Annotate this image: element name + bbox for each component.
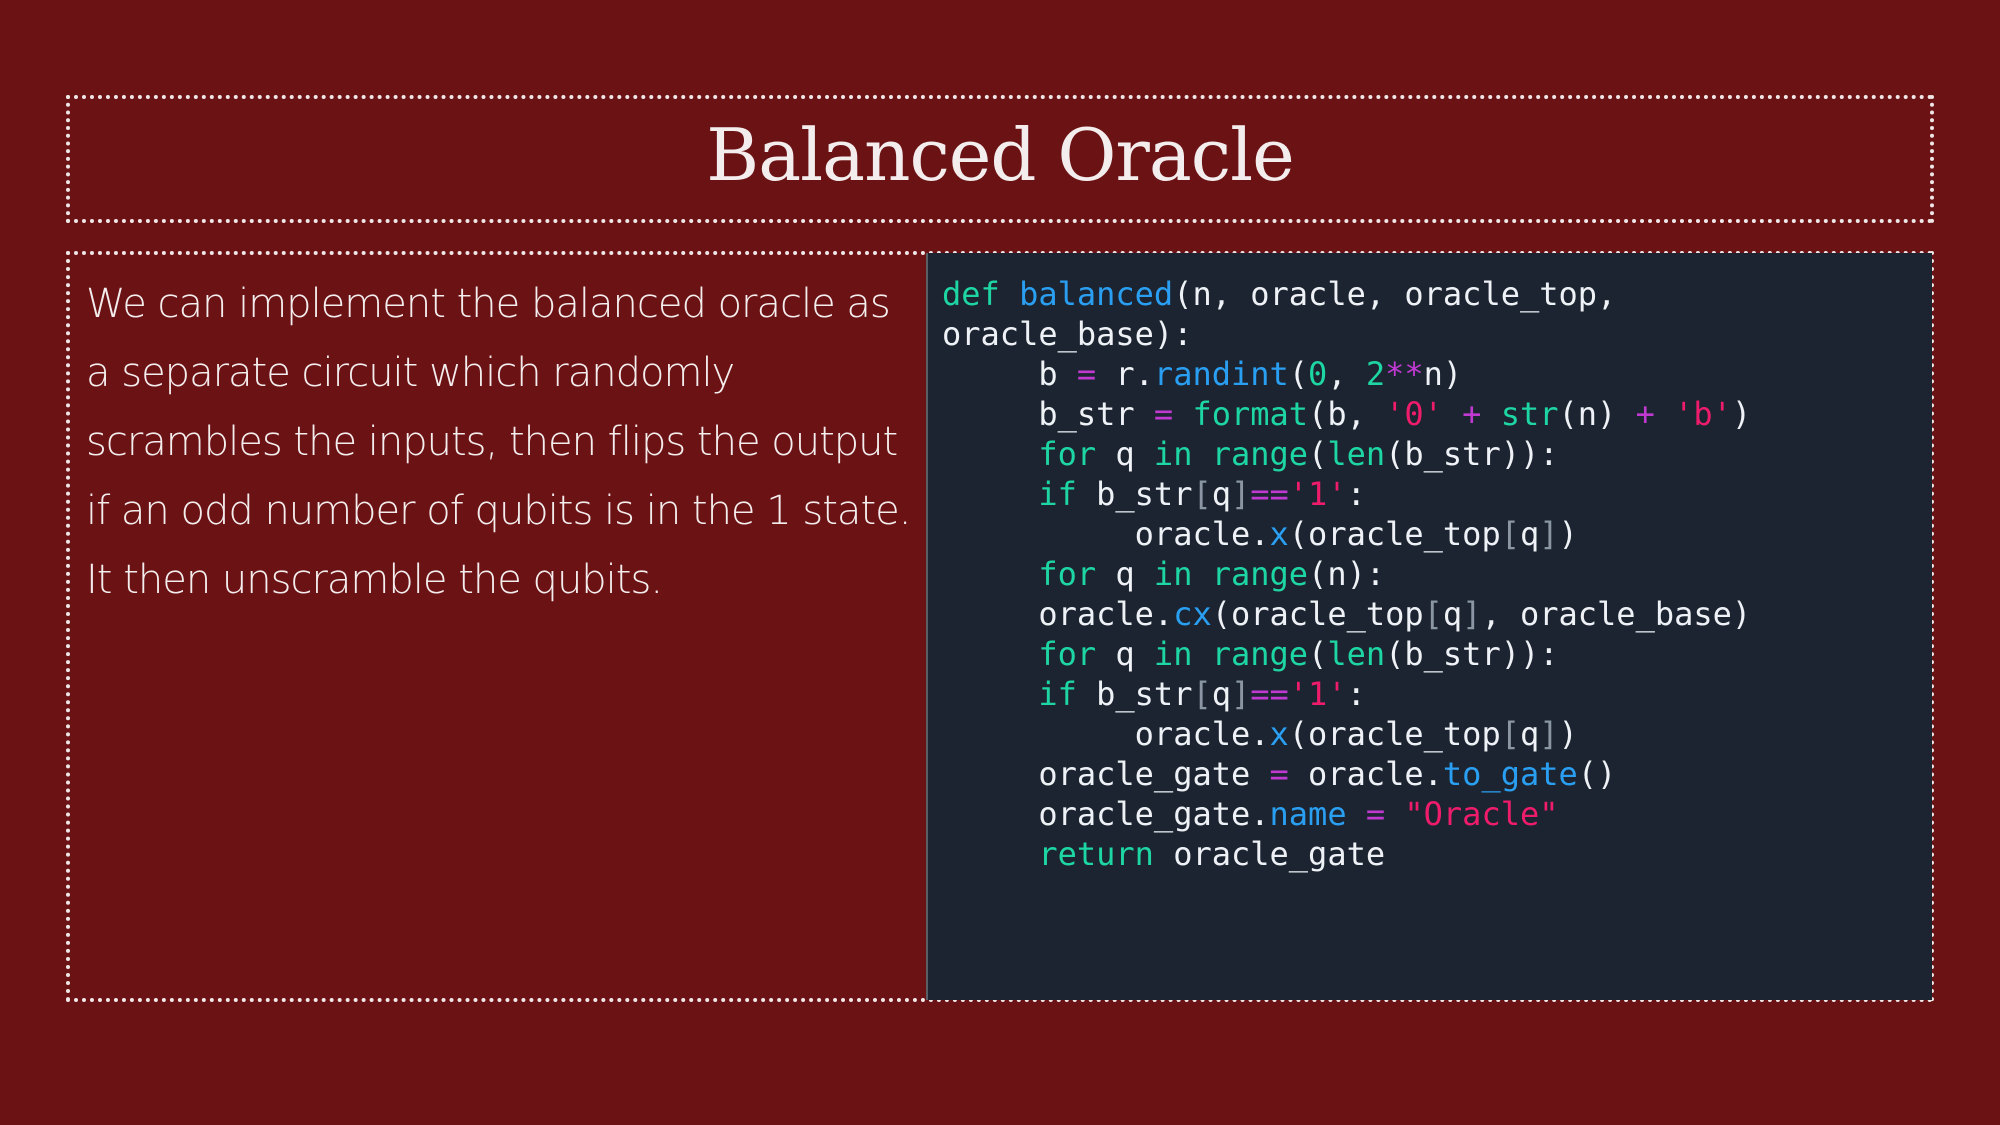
body-text: We can implement the balanced oracle as … xyxy=(86,281,911,603)
code-line: for q in range(len(b_str)): xyxy=(1038,435,1559,473)
code-line: oracle.cx(oracle_top[q], oracle_base) xyxy=(942,595,1752,633)
code-line: return oracle_gate xyxy=(1038,835,1386,873)
code-line: b = r.randint(0, 2**n) xyxy=(942,355,1463,393)
code-line: def balanced(n, oracle, oracle_top, xyxy=(942,275,1617,313)
code-line: oracle_base): xyxy=(942,315,1193,353)
code-line: oracle.x(oracle_top[q]) xyxy=(942,515,1578,553)
code-line: oracle_gate = oracle.to_gate() xyxy=(942,755,1617,793)
code-line: for q in range(len(b_str)): xyxy=(1038,635,1559,673)
code-line: oracle_gate.name = "Oracle" xyxy=(942,795,1559,833)
code-line: oracle.x(oracle_top[q]) xyxy=(942,715,1578,753)
code-line: if b_str[q]=='1': xyxy=(1038,675,1366,713)
slide-title: Balanced Oracle xyxy=(706,113,1294,197)
code-line: for q in range(n): xyxy=(1038,555,1386,593)
code-block: def balanced(n, oracle, oracle_top, oracl… xyxy=(942,274,1751,874)
title-frame: Balanced Oracle xyxy=(66,95,1934,223)
code-line: if b_str[q]=='1': xyxy=(1038,475,1366,513)
code-line: b_str = format(b, '0' + str(n) + 'b') xyxy=(942,395,1752,433)
